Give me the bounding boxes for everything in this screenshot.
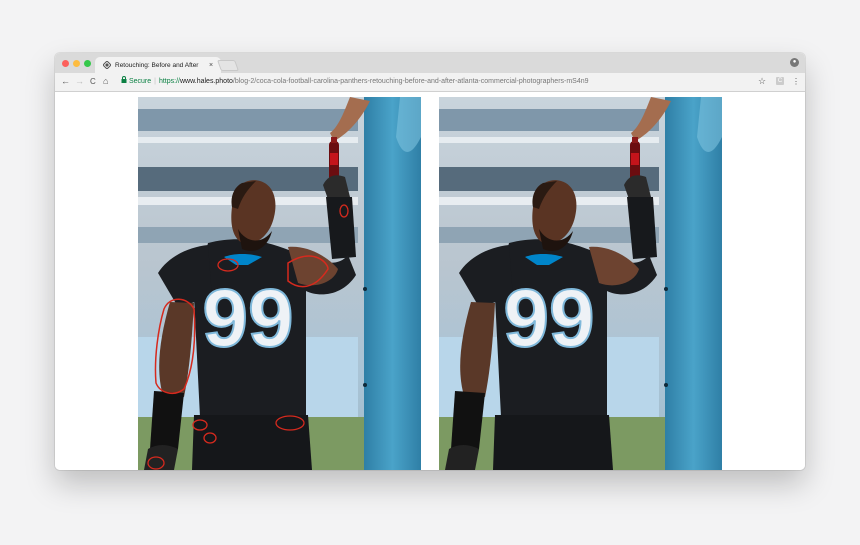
tab-title: Retouching: Before and After (115, 61, 199, 69)
new-tab-button[interactable] (216, 60, 240, 71)
tab-strip: Retouching: Before and After × ● (55, 53, 805, 73)
jersey-number: 99 (503, 273, 594, 364)
separator: | (154, 78, 156, 85)
menu-icon[interactable]: ⋮ (792, 77, 800, 87)
minimize-window-button[interactable] (73, 60, 80, 67)
before-photo: 99 (138, 97, 421, 470)
jersey-number: 99 (202, 273, 293, 364)
extension-icon[interactable]: C (776, 77, 784, 85)
close-window-button[interactable] (62, 60, 69, 67)
after-photo: 99 (439, 97, 722, 470)
profile-icon[interactable]: ● (790, 58, 799, 67)
tab-active[interactable]: Retouching: Before and After × (95, 57, 221, 73)
diamond-logo-icon (103, 61, 111, 69)
url-path: /blog-2/coca-cola-football-carolina-pant… (232, 78, 589, 85)
url-domain: www.hales.photo (179, 78, 233, 85)
close-tab-icon[interactable]: × (209, 62, 213, 69)
browser-window: Retouching: Before and After × ● ← → C ⌂… (55, 53, 805, 470)
browser-toolbar: ← → C ⌂ Secure | https://www.hales.photo/b… (55, 73, 805, 92)
forward-button[interactable]: → (75, 76, 84, 87)
page-content: 99 99 (55, 92, 805, 470)
back-button[interactable]: ← (61, 76, 70, 87)
reload-button[interactable]: C (90, 76, 96, 87)
home-button[interactable]: ⌂ (103, 76, 108, 87)
lock-icon (121, 76, 129, 85)
security-label: Secure (128, 78, 152, 85)
zoom-window-button[interactable] (84, 60, 91, 67)
address-bar[interactable]: Secure | https://www.hales.photo/blog-2/co… (119, 76, 729, 88)
bookmark-star-icon[interactable]: ☆ (758, 76, 766, 86)
url-scheme: https:// (158, 78, 180, 85)
